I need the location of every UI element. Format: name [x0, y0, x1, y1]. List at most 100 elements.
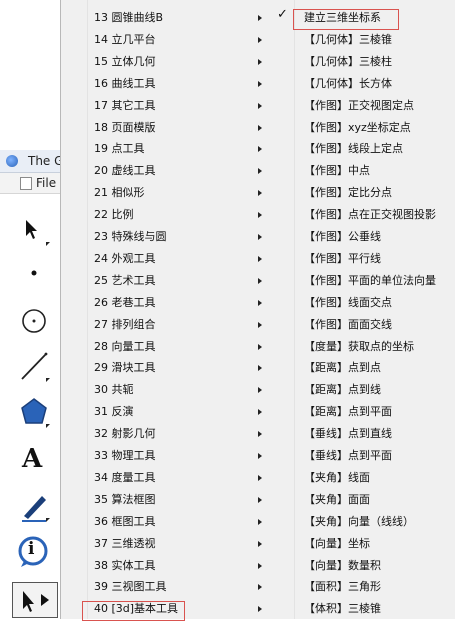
- tool-menu-item[interactable]: 35 算法框图: [94, 489, 264, 511]
- tool-menu-item[interactable]: 37 三维透视: [94, 533, 264, 555]
- tool-menu-item[interactable]: 38 实体工具: [94, 555, 264, 577]
- submenu-item[interactable]: 【距离】点到平面: [304, 401, 454, 423]
- compass-tool-button[interactable]: [12, 302, 56, 338]
- tool-menu-item[interactable]: 22 比例: [94, 204, 264, 226]
- submenu-item[interactable]: 【几何体】长方体: [304, 73, 454, 95]
- submenu-arrow-icon: [258, 234, 262, 240]
- tool-menu-item[interactable]: 13 圆锥曲线B: [94, 7, 264, 29]
- tool-menu-item[interactable]: 30 共轭: [94, 379, 264, 401]
- tool-menu-item[interactable]: 23 特殊线与圆: [94, 226, 264, 248]
- point-tool-button[interactable]: [12, 256, 56, 292]
- submenu-item-label: 【垂线】点到直线: [304, 427, 392, 441]
- tool-menu-item[interactable]: 26 老巷工具: [94, 292, 264, 314]
- submenu-item[interactable]: 【作图】公垂线: [304, 226, 454, 248]
- submenu-item-label: 【作图】公垂线: [304, 230, 381, 243]
- submenu-item-label: 【几何体】长方体: [304, 76, 392, 90]
- submenu-item-label: 【向量】数量积: [304, 558, 381, 572]
- submenu-item-label: 【垂线】点到平面: [304, 449, 392, 462]
- tool-menu-item-label: 25 艺术工具: [94, 273, 156, 287]
- submenu-item[interactable]: 【垂线】点到直线: [304, 423, 454, 445]
- submenu-item[interactable]: 【作图】正交视图定点: [304, 95, 454, 117]
- submenu-item-label: 【度量】获取点的坐标: [304, 339, 414, 353]
- submenu-item[interactable]: 【度量】获取点的坐标: [304, 336, 454, 358]
- text-tool-button[interactable]: A: [12, 442, 56, 478]
- submenu-arrow-icon: [258, 124, 262, 131]
- tool-menu-item[interactable]: 39 三视图工具: [94, 576, 264, 598]
- submenu-gutter: [268, 0, 295, 619]
- information-tool-button[interactable]: i: [12, 534, 56, 570]
- submenu-item[interactable]: 【几何体】三棱柱: [304, 51, 454, 73]
- submenu-item-label: 【作图】面面交线: [304, 317, 392, 331]
- custom-tools-button[interactable]: [12, 582, 58, 618]
- submenu-item-label: 【几何体】三棱锥: [304, 32, 392, 46]
- document-icon: [20, 177, 32, 190]
- submenu-item[interactable]: 【距离】点到点: [304, 357, 454, 379]
- line-tool-button[interactable]: [12, 348, 56, 384]
- submenu-item[interactable]: 【向量】坐标: [304, 533, 454, 555]
- tool-menu-item[interactable]: 24 外观工具: [94, 248, 264, 270]
- tool-menu-item[interactable]: 14 立几平台: [94, 29, 264, 51]
- submenu-item[interactable]: 【作图】平面的单位法向量: [304, 270, 454, 292]
- tool-menu-item[interactable]: 15 立体几何: [94, 51, 264, 73]
- tool-menu-item-label: 18 页面模版: [94, 120, 156, 134]
- submenu-arrow-icon: [258, 431, 262, 438]
- tool-menu-item[interactable]: 27 排列组合: [94, 314, 264, 336]
- tool-menu-item[interactable]: 34 度量工具: [94, 467, 264, 489]
- submenu-item[interactable]: 【距离】点到线: [304, 379, 454, 401]
- tool-menu-item-label: 34 度量工具: [94, 470, 156, 484]
- tool-menu-item[interactable]: 16 曲线工具: [94, 73, 264, 95]
- line-segment-icon: [21, 352, 50, 382]
- submenu-item[interactable]: 【作图】线段上定点: [304, 138, 454, 160]
- tool-menu-item[interactable]: 28 向量工具: [94, 336, 264, 358]
- tool-menu-item[interactable]: 25 艺术工具: [94, 270, 264, 292]
- marker-tool-button[interactable]: [12, 488, 56, 524]
- submenu-item-label: 【几何体】三棱柱: [304, 54, 392, 68]
- submenu-item[interactable]: 【面积】三角形: [304, 576, 454, 598]
- tool-menu-item[interactable]: 32 射影几何: [94, 423, 264, 445]
- circle-icon: [22, 309, 46, 333]
- submenu-item-label: 【夹角】线面: [304, 470, 370, 484]
- submenu-item-label: 【作图】平行线: [304, 251, 381, 265]
- submenu-item[interactable]: 【夹角】线面: [304, 467, 454, 489]
- app-icon: [6, 155, 18, 167]
- submenu-item[interactable]: 【作图】点在正交视图投影: [304, 204, 454, 226]
- tool-menu-item[interactable]: 17 其它工具: [94, 95, 264, 117]
- tool-menu-item-label: 31 反演: [94, 405, 134, 419]
- arrow-tool-button[interactable]: [12, 212, 56, 248]
- submenu-item[interactable]: 【几何体】三棱锥: [304, 29, 454, 51]
- tool-menu-item[interactable]: 29 滑块工具: [94, 357, 264, 379]
- tool-menu-item-label: 28 向量工具: [94, 339, 156, 353]
- submenu-item[interactable]: 【夹角】向量（线线）: [304, 511, 454, 533]
- submenu-arrow-icon: [258, 299, 262, 306]
- custom-tools-menu: 13 圆锥曲线B 14 立几平台 15 立体几何 16 曲线工具 17 其它工具 18 页…: [60, 0, 270, 619]
- tool-menu-item[interactable]: 31 反演: [94, 401, 264, 423]
- submenu-item[interactable]: 【作图】定比分点: [304, 182, 454, 204]
- submenu-arrow-icon: [258, 409, 262, 416]
- tool-menu-item[interactable]: 33 物理工具: [94, 445, 264, 467]
- submenu-item[interactable]: 【向量】数量积: [304, 555, 454, 577]
- text-a-icon: A: [22, 444, 43, 474]
- tool-menu-item-label: 24 外观工具: [94, 251, 156, 265]
- tool-menu-item[interactable]: 19 点工具: [94, 138, 264, 160]
- tool-menu-item-label: 14 立几平台: [94, 32, 156, 46]
- tool-palette: A i: [0, 194, 60, 619]
- tool-menu-item-label: 15 立体几何: [94, 54, 156, 68]
- tool-menu-item[interactable]: 18 页面模版: [94, 117, 264, 139]
- submenu-item-label: 【夹角】向量（线线）: [304, 514, 414, 528]
- submenu-item[interactable]: 【垂线】点到平面: [304, 445, 454, 467]
- submenu-item[interactable]: 【作图】线面交点: [304, 292, 454, 314]
- tool-menu-item[interactable]: 36 框图工具: [94, 511, 264, 533]
- submenu-arrow-icon: [258, 365, 262, 372]
- submenu-item[interactable]: 【夹角】面面: [304, 489, 454, 511]
- tool-menu-item-label: 21 相似形: [94, 186, 145, 200]
- submenu-item[interactable]: 【作图】xyz坐标定点: [304, 117, 454, 139]
- submenu-item[interactable]: 【作图】面面交线: [304, 314, 454, 336]
- tool-menu-item[interactable]: 20 虚线工具: [94, 160, 264, 182]
- tool-menu-item-label: 19 点工具: [94, 142, 145, 156]
- tool-menu-item[interactable]: 21 相似形: [94, 182, 264, 204]
- submenu-item[interactable]: 【作图】中点: [304, 160, 454, 182]
- polygon-tool-button[interactable]: [12, 394, 56, 430]
- submenu-item[interactable]: 【作图】平行线: [304, 248, 454, 270]
- menu-file[interactable]: File: [36, 176, 56, 190]
- submenu-item[interactable]: 【体积】三棱锥: [304, 598, 454, 620]
